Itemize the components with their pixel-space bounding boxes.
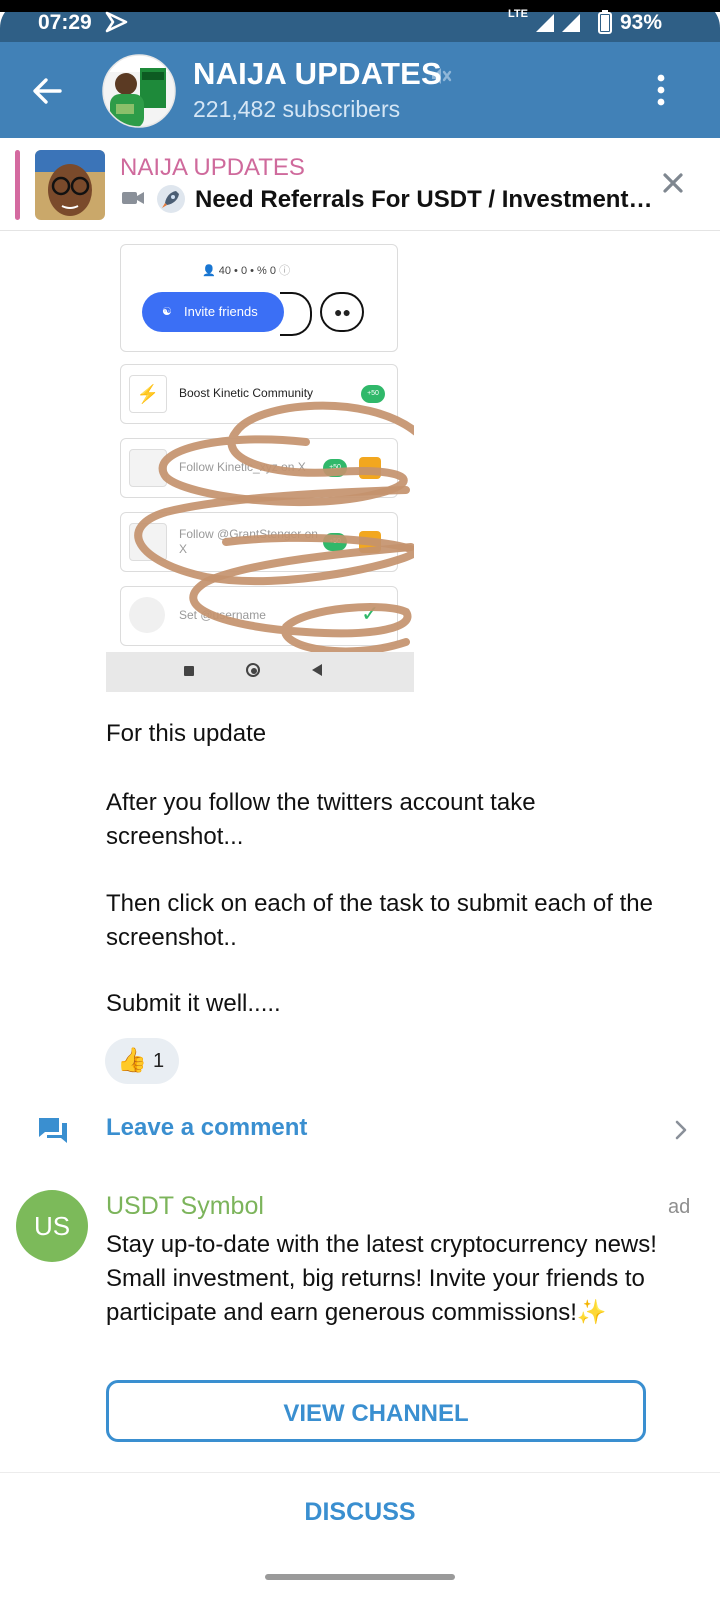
signal-icon xyxy=(536,14,580,32)
pinned-message-bar[interactable] xyxy=(0,138,720,231)
message-paragraph-1: For this update xyxy=(106,720,267,747)
rocket-icon xyxy=(157,185,185,213)
pinned-accent-line xyxy=(15,150,20,220)
comment-icon xyxy=(39,1118,67,1143)
home-indicator[interactable] xyxy=(265,1574,455,1580)
subscriber-count: 221,482 subscribers xyxy=(193,96,401,122)
back-arrow-icon[interactable] xyxy=(30,74,64,108)
image-nav-bar xyxy=(106,652,414,692)
scribble-overlay xyxy=(134,401,414,656)
status-time: 07:29 xyxy=(38,11,92,34)
message-image[interactable]: 👤 40 • 0 • % 0 ⓘ ☯ Invite friends ●● ⚡ B… xyxy=(106,232,414,702)
close-pinned-icon[interactable] xyxy=(662,172,684,194)
channel-avatar[interactable] xyxy=(102,54,176,128)
status-bar: 07:29 LTE 93% xyxy=(0,0,720,42)
pinned-text: Need Referrals For USDT / Investment Sit… xyxy=(195,186,655,213)
message-paragraph-3: Then click on each of the task to submit… xyxy=(106,890,653,951)
battery-icon xyxy=(598,10,612,34)
channel-title[interactable]: NAIJA UPDATES xyxy=(193,56,442,92)
view-channel-button[interactable]: VIEW CHANNEL xyxy=(106,1380,646,1442)
ad-label[interactable]: ad xyxy=(668,1196,690,1219)
pinned-title: NAIJA UPDATES xyxy=(120,154,305,181)
chevron-right-icon xyxy=(675,1120,687,1140)
ad-channel-name[interactable]: USDT Symbol xyxy=(106,1192,264,1221)
battery-percent: 93% xyxy=(620,11,663,34)
play-protect-icon xyxy=(105,11,128,33)
discuss-button[interactable]: DISCUSS xyxy=(0,1472,720,1553)
reaction-chip[interactable]: 👍 1 xyxy=(105,1038,179,1084)
video-camera-icon xyxy=(122,192,144,204)
reaction-count: 1 xyxy=(153,1050,165,1072)
ad-avatar[interactable]: US xyxy=(16,1190,88,1262)
pinned-thumbnail xyxy=(35,150,105,220)
thumbs-up-icon: 👍 xyxy=(117,1047,147,1074)
more-options-icon[interactable] xyxy=(654,72,668,108)
message-paragraph-4: Submit it well..... xyxy=(106,990,281,1017)
message-paragraph-2: After you follow the twitters account ta… xyxy=(106,789,536,850)
leave-comment-link[interactable]: Leave a comment xyxy=(106,1114,307,1142)
network-type: LTE xyxy=(508,8,528,20)
ad-text: Stay up-to-date with the latest cryptocu… xyxy=(106,1231,657,1326)
